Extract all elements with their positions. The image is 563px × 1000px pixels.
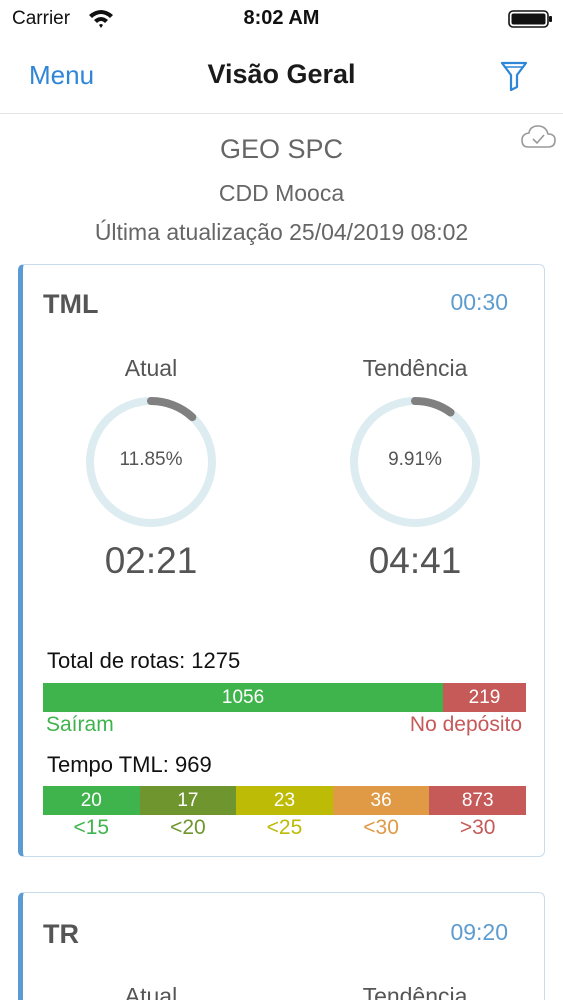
gauge-time: 04:41: [368, 540, 462, 581]
gauge-label: Atual: [124, 355, 178, 381]
tempo-bucket-value: 20: [43, 786, 140, 815]
routes-right-segment: 219: [443, 683, 526, 712]
tempo-bucket-label: <30: [363, 816, 399, 839]
tempo-bucket-label: <20: [170, 816, 206, 839]
tempo-bucket-value: 23: [236, 786, 333, 815]
company-name: GEO SPC: [219, 134, 344, 164]
gauge-percent: 11.85%: [119, 449, 183, 470]
gauge-label: Atual: [124, 983, 178, 1000]
routes-bar: 1056 219: [43, 683, 526, 712]
tempo-bucket-value: 873: [429, 786, 526, 815]
gauge-atual: Atual 11.85% 02:21: [51, 355, 251, 582]
routes-right-caption: No depósito: [409, 713, 522, 736]
tempo-bucket-label: <25: [266, 816, 303, 839]
tempo-bucket-value: 17: [139, 786, 237, 815]
gauge-ring: 11.85%: [83, 394, 219, 530]
card-title: TR: [43, 919, 79, 949]
tempo-bucket-label: >30: [459, 816, 496, 839]
gauge-percent: 9.91%: [388, 449, 442, 470]
tempo-bar: 20 17 23 36 873: [43, 786, 526, 815]
battery-icon: [508, 10, 552, 28]
status-time: 8:02 AM: [243, 7, 320, 29]
status-bar: Carrier 8:02 AM: [0, 0, 563, 40]
tml-card[interactable]: TML 00:30 Atual 11.85% 02:21 Tendência 9…: [18, 264, 545, 857]
tr-card[interactable]: TR 09:20 Atual Tendência: [18, 892, 545, 1000]
page-title: Visão Geral: [207, 59, 356, 89]
gauge-ring: 9.91%: [347, 394, 483, 530]
card-time: 00:30: [450, 289, 508, 315]
tempo-tml-label: Tempo TML: 969: [47, 752, 212, 777]
tempo-bucket-value: 36: [332, 786, 430, 815]
nav-bar: Menu Visão Geral: [0, 40, 563, 114]
gauge-tendencia: Tendência 9.91% 04:41: [315, 355, 515, 582]
tempo-bucket-label: <15: [73, 816, 110, 839]
gauge-label: Tendência: [362, 355, 468, 381]
gauge-label: Tendência: [362, 983, 468, 1000]
unit-name: CDD Mooca: [218, 180, 345, 206]
filter-icon[interactable]: [500, 60, 528, 92]
gauge-arc: [411, 397, 455, 417]
routes-left-segment: 1056: [43, 683, 444, 712]
last-updated: Última atualização 25/04/2019 08:02: [94, 219, 469, 245]
gauge-arc: [147, 397, 197, 422]
gauge-time: 02:21: [104, 540, 198, 581]
routes-left-caption: Saíram: [46, 713, 114, 736]
tempo-bucket-labels: <15 <20 <25 <30 >30: [43, 816, 526, 840]
card-time: 09:20: [450, 919, 508, 945]
card-title: TML: [43, 289, 99, 319]
total-routes-label: Total de rotas: 1275: [47, 648, 241, 673]
